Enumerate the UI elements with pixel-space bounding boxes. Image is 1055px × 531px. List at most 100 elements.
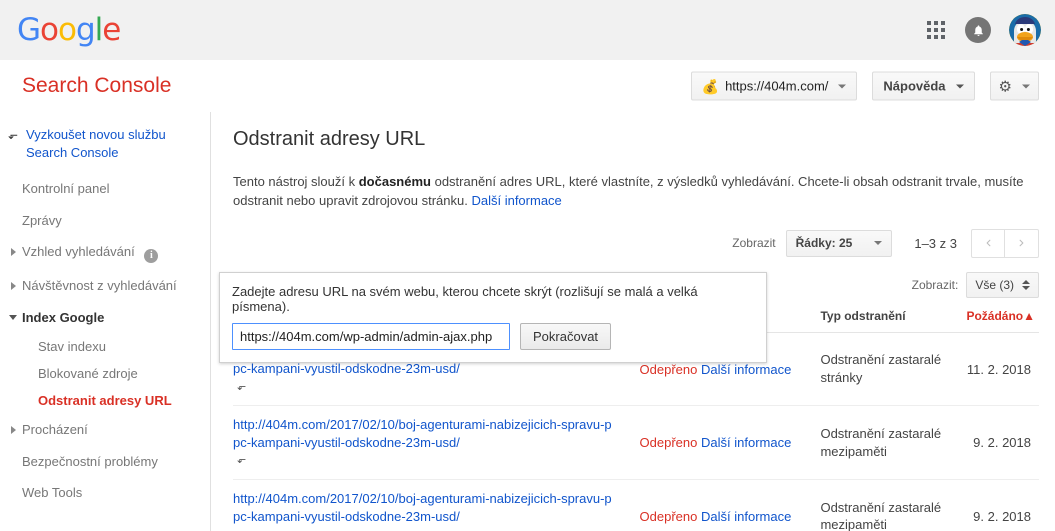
cell-url: http://404m.com/2017/02/10/boj-agenturam… bbox=[233, 405, 640, 480]
sidebar: ⬐ Vyzkoušet novou službu Search Console … bbox=[0, 112, 211, 531]
table-row[interactable]: http://404m.com/2017/02/10/boj-agenturam… bbox=[233, 479, 1039, 531]
google-logo-letter: o bbox=[58, 11, 77, 48]
sidebar-item-label: Kontrolní panel bbox=[22, 181, 110, 197]
filter-group: Zobrazit: Vše (3) bbox=[912, 271, 1039, 298]
content-area: Odstranit adresy URL Tento nástroj slouž… bbox=[211, 112, 1055, 531]
property-selector[interactable]: 💰 https://404m.com/ bbox=[690, 71, 858, 101]
status-more-info-link[interactable]: Další informace bbox=[701, 509, 791, 524]
spinner-arrows-icon bbox=[1022, 279, 1030, 290]
pagination-top bbox=[971, 228, 1039, 258]
table-row[interactable]: http://404m.com/2017/02/10/boj-agenturam… bbox=[233, 405, 1039, 480]
google-logo-letter: G bbox=[17, 11, 41, 48]
learn-more-link[interactable]: Další informace bbox=[471, 193, 561, 208]
cell-removal-type: Odstranění zastaralé stránky bbox=[820, 332, 958, 407]
sidebar-item-label: Index Google bbox=[22, 309, 105, 325]
sidebar-item-label: Odstranit adresy URL bbox=[38, 393, 172, 409]
chevron-right-icon bbox=[11, 282, 16, 291]
external-link-icon: ⬐ bbox=[8, 128, 19, 142]
console-header: Search Console 💰 https://404m.com/ Nápov… bbox=[0, 60, 1055, 112]
cell-requested-date: 11. 2. 2018 bbox=[957, 332, 1039, 407]
sidebar-item-label: Zprávy bbox=[22, 212, 62, 228]
external-link-icon[interactable]: ⬐ bbox=[237, 453, 246, 466]
url-link[interactable]: http://404m.com/2017/02/10/boj-agenturam… bbox=[233, 416, 632, 451]
chevron-right-icon bbox=[1019, 239, 1024, 247]
info-icon[interactable]: i bbox=[144, 249, 159, 264]
intro-part-1: Tento nástroj slouží k bbox=[233, 174, 359, 189]
next-page-button[interactable] bbox=[1005, 228, 1039, 258]
cell-requested-date: 9. 2. 2018 bbox=[957, 479, 1039, 531]
status-badge: Odepřeno bbox=[639, 361, 698, 377]
chevron-down-icon bbox=[9, 314, 17, 320]
google-logo-letter: g bbox=[75, 11, 96, 48]
url-line-1: http://404m.com/2017/02/10/boj-agenturam… bbox=[233, 490, 612, 506]
sidebar-item-search-appearance[interactable]: Vzhled vyhledávání i bbox=[0, 236, 210, 270]
sidebar-item-crawl[interactable]: Procházení bbox=[0, 414, 210, 446]
rows-per-page-value: Řádky: 25 bbox=[795, 236, 853, 251]
sort-ascending-icon: ▲ bbox=[1023, 308, 1035, 323]
sidebar-item-index-status[interactable]: Stav indexu bbox=[0, 333, 210, 360]
cell-status: Odepřeno Další informace bbox=[639, 479, 821, 531]
previous-page-button[interactable] bbox=[971, 228, 1005, 258]
status-more-info-link[interactable]: Další informace bbox=[701, 362, 791, 377]
notifications-bell-icon[interactable] bbox=[965, 17, 991, 43]
column-header-requested-label: Požádáno bbox=[966, 308, 1024, 323]
url-input[interactable] bbox=[232, 323, 510, 350]
google-bar: Google bbox=[0, 0, 1055, 60]
url-line-2: pc-kampani-vyustil-odskodne-23m-usd/ bbox=[233, 434, 460, 450]
sidebar-item-blocked-resources[interactable]: Blokované zdroje bbox=[0, 360, 210, 387]
sidebar-item-dashboard[interactable]: Kontrolní panel bbox=[0, 173, 210, 205]
chevron-down-icon bbox=[955, 84, 964, 88]
status-filter-select[interactable]: Vše (3) bbox=[966, 271, 1039, 298]
sidebar-item-label: Vyzkoušet novou službu Search Console bbox=[26, 127, 166, 160]
continue-button[interactable]: Pokračovat bbox=[520, 323, 612, 350]
url-line-1: http://404m.com/2017/02/10/boj-agenturam… bbox=[233, 417, 612, 433]
cell-removal-type: Odstranění zastaralé mezipaměti bbox=[820, 405, 958, 480]
property-url-label: https://404m.com/ bbox=[725, 78, 829, 94]
settings-button[interactable]: ⚙ bbox=[989, 71, 1039, 101]
main-wrapper: ⬐ Vyzkoušet novou službu Search Console … bbox=[0, 112, 1055, 531]
sidebar-item-label: Bezpečnostní problémy bbox=[22, 453, 158, 469]
status-more-info-link[interactable]: Další informace bbox=[701, 435, 791, 450]
avatar[interactable] bbox=[1009, 14, 1041, 46]
external-link-icon[interactable]: ⬐ bbox=[237, 380, 246, 393]
chevron-right-icon bbox=[11, 426, 16, 435]
column-header-requested[interactable]: Požádáno▲ bbox=[957, 299, 1039, 333]
sidebar-item-google-index[interactable]: Index Google bbox=[0, 302, 210, 334]
help-button[interactable]: Nápověda bbox=[872, 71, 975, 101]
sidebar-item-try-new-search-console[interactable]: ⬐ Vyzkoušet novou službu Search Console bbox=[0, 126, 210, 173]
url-link[interactable]: http://404m.com/2017/02/10/boj-agenturam… bbox=[233, 490, 632, 525]
column-header-removal-type[interactable]: Typ odstranění bbox=[820, 299, 958, 333]
temporarily-hide-panel: Zadejte adresu URL na svém webu, kterou … bbox=[219, 272, 767, 363]
rows-per-page-select[interactable]: Řádky: 25 bbox=[785, 229, 893, 257]
sidebar-item-search-traffic[interactable]: Návštěvnost z vyhledávání bbox=[0, 270, 210, 302]
chevron-down-icon bbox=[838, 84, 847, 88]
sidebar-item-label: Návštěvnost z vyhledávání bbox=[22, 278, 177, 294]
chevron-down-icon bbox=[1022, 84, 1030, 88]
sidebar-item-label: Web Tools bbox=[22, 485, 83, 501]
show-label: Zobrazit bbox=[732, 236, 776, 251]
google-logo-letter: e bbox=[102, 11, 121, 48]
chevron-down-icon bbox=[874, 241, 883, 246]
status-filter-value: Vše (3) bbox=[975, 277, 1014, 292]
cell-requested-date: 9. 2. 2018 bbox=[957, 405, 1039, 480]
apps-grid-icon[interactable] bbox=[925, 19, 947, 41]
intro-text: Tento nástroj slouží k dočasnému odstran… bbox=[233, 173, 1033, 211]
sidebar-item-web-tools[interactable]: Web Tools bbox=[0, 477, 210, 509]
sidebar-item-remove-urls[interactable]: Odstranit adresy URL bbox=[0, 387, 210, 414]
sidebar-item-label: Blokované zdroje bbox=[38, 366, 138, 382]
google-bar-actions bbox=[925, 0, 1041, 60]
sidebar-item-security-issues[interactable]: Bezpečnostní problémy bbox=[0, 446, 210, 478]
help-label: Nápověda bbox=[883, 78, 946, 94]
gear-icon: ⚙ bbox=[998, 78, 1012, 95]
google-logo[interactable]: Google bbox=[17, 11, 121, 48]
overlay-form: Pokračovat bbox=[232, 323, 754, 350]
chevron-right-icon bbox=[11, 248, 16, 257]
top-toolbar: Zobrazit Řádky: 25 1–3 z 3 bbox=[233, 228, 1039, 258]
status-badge: Odepřeno bbox=[639, 508, 698, 524]
external-link-icon[interactable]: ⬐ bbox=[237, 527, 246, 531]
money-bag-icon: 💰 bbox=[701, 78, 720, 94]
header-actions: 💰 https://404m.com/ Nápověda ⚙ bbox=[690, 71, 1039, 101]
cell-url: http://404m.com/2017/02/10/boj-agenturam… bbox=[233, 479, 640, 531]
sidebar-item-messages[interactable]: Zprávy bbox=[0, 205, 210, 237]
page-title: Odstranit adresy URL bbox=[233, 128, 426, 150]
